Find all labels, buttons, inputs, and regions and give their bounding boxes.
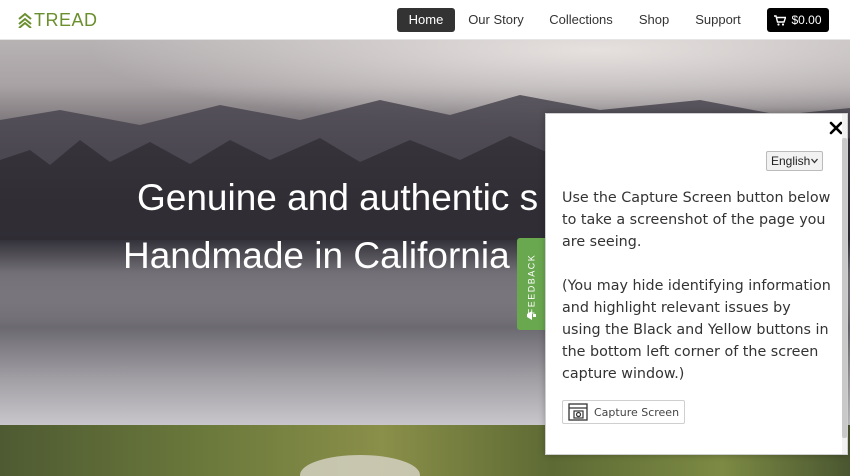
nav-support[interactable]: Support	[688, 8, 748, 32]
capture-screen-button[interactable]: Capture Screen	[562, 400, 685, 424]
chevron-down-icon	[811, 158, 818, 164]
nav-collections[interactable]: Collections	[541, 8, 621, 32]
lower-image-highlight	[300, 455, 420, 476]
camera-icon	[568, 403, 588, 421]
site-header: TREAD Home Our Story Collections Shop Su…	[0, 0, 850, 40]
cart-total: $0.00	[791, 13, 822, 27]
capture-screen-label: Capture Screen	[594, 405, 680, 419]
feedback-panel: English Use the Capture Screen button be…	[545, 113, 848, 455]
language-selected: English	[771, 154, 811, 168]
megaphone-icon	[527, 311, 536, 320]
feedback-tab[interactable]: FEEDBACK	[517, 238, 545, 330]
panel-scrollbar[interactable]	[842, 114, 847, 454]
capture-note: (You may hide identifying information an…	[562, 278, 831, 382]
nav-home[interactable]: Home	[397, 8, 455, 32]
nav-our-story[interactable]: Our Story	[463, 8, 529, 32]
cart-button[interactable]: $0.00	[767, 8, 829, 32]
close-icon[interactable]	[829, 121, 843, 135]
shopping-cart-icon	[774, 14, 787, 26]
panel-scroll-thumb[interactable]	[842, 138, 847, 438]
nav-shop[interactable]: Shop	[633, 8, 675, 32]
capture-instructions: Use the Capture Screen button below to t…	[562, 190, 831, 250]
feedback-label: FEEDBACK	[526, 253, 537, 315]
main-nav: Home Our Story Collections Shop Support …	[0, 8, 850, 32]
language-select[interactable]: English	[766, 151, 823, 171]
